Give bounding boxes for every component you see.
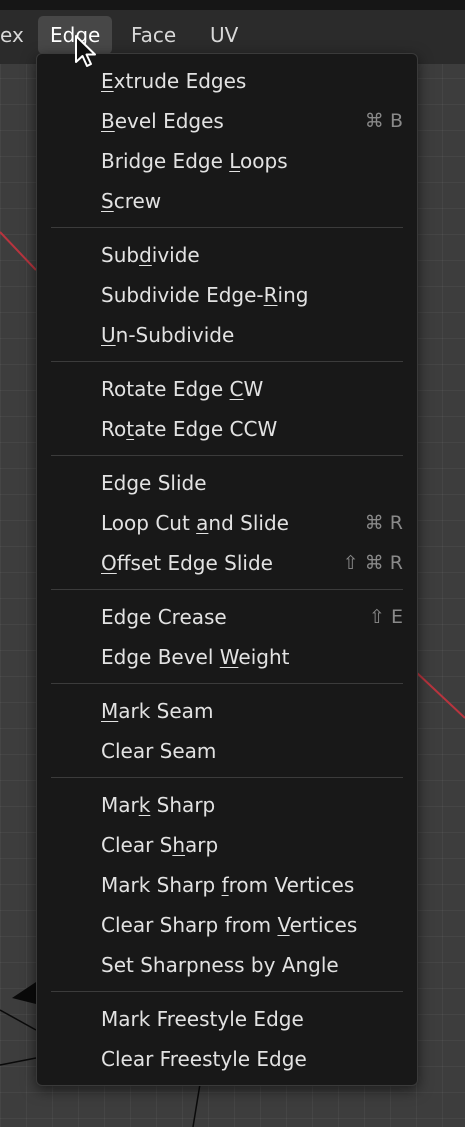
menu-item-label: Mark Freestyle Edge: [101, 1007, 304, 1031]
x-axis-line-right: [415, 671, 465, 719]
menu-item-label: Rotate Edge CCW: [101, 417, 278, 441]
menu-tab-vertex[interactable]: ex: [0, 16, 36, 54]
menu-item-label: Bevel Edges: [101, 109, 224, 133]
edge-dropdown-menu: Extrude Edges Bevel Edges ⌘ B Bridge Edge L…: [36, 53, 418, 1086]
menu-item-edge-crease[interactable]: Edge Crease ⇧ E: [37, 597, 417, 637]
menu-item-screw[interactable]: Screw: [37, 181, 417, 221]
menu-item-label: Mark Sharp from Vertices: [101, 873, 355, 897]
menu-item-label: Mark Sharp: [101, 793, 216, 817]
menu-item-subdivide[interactable]: Subdivide: [37, 235, 417, 275]
menu-item-label: Extrude Edges: [101, 69, 247, 93]
menu-item-label: Loop Cut and Slide: [101, 511, 289, 535]
menu-item-subdivide-edge-ring[interactable]: Subdivide Edge-Ring: [37, 275, 417, 315]
menu-item-un-subdivide[interactable]: Un-Subdivide: [37, 315, 417, 355]
menu-item-label: Clear Sharp from Vertices: [101, 913, 358, 937]
menu-item-label: Edge Bevel Weight: [101, 645, 290, 669]
menu-item-edge-bevel-weight[interactable]: Edge Bevel Weight: [37, 637, 417, 677]
menu-separator: [51, 227, 403, 228]
menu-item-label: Un-Subdivide: [101, 323, 235, 347]
menu-tab-uv[interactable]: UV: [198, 16, 250, 54]
menu-item-label: Rotate Edge CW: [101, 377, 264, 401]
menu-item-shortcut: ⇧ ⌘ R: [342, 552, 403, 574]
mesh-edge-3: [192, 1083, 201, 1127]
menu-item-label: Bridge Edge Loops: [101, 149, 288, 173]
menu-item-label: Offset Edge Slide: [101, 551, 273, 575]
menu-item-set-sharpness-by-angle[interactable]: Set Sharpness by Angle: [37, 945, 417, 985]
menu-item-shortcut: ⌘ R: [364, 512, 403, 534]
menu-item-label: Mark Seam: [101, 699, 214, 723]
menu-tab-face[interactable]: Face: [119, 16, 188, 54]
menu-item-label: Edge Slide: [101, 471, 207, 495]
menu-item-mark-sharp-from-vertices[interactable]: Mark Sharp from Vertices: [37, 865, 417, 905]
menu-item-label: Set Sharpness by Angle: [101, 953, 339, 977]
menu-item-clear-sharp-from-vertices[interactable]: Clear Sharp from Vertices: [37, 905, 417, 945]
menu-separator: [51, 683, 403, 684]
menu-separator: [51, 589, 403, 590]
menu-item-mark-sharp[interactable]: Mark Sharp: [37, 785, 417, 825]
mesh-edge-2: [0, 1057, 37, 1066]
menu-item-label: Clear Freestyle Edge: [101, 1047, 307, 1071]
menu-item-clear-freestyle-edge[interactable]: Clear Freestyle Edge: [37, 1039, 417, 1079]
menu-item-label: Clear Sharp: [101, 833, 219, 857]
menu-item-label: Screw: [101, 189, 162, 213]
menu-item-offset-edge-slide[interactable]: Offset Edge Slide ⇧ ⌘ R: [37, 543, 417, 583]
menu-item-mark-freestyle-edge[interactable]: Mark Freestyle Edge: [37, 999, 417, 1039]
menu-item-label: Clear Seam: [101, 739, 217, 763]
mesh-edge-1: [0, 1009, 37, 1031]
menu-item-edge-slide[interactable]: Edge Slide: [37, 463, 417, 503]
menu-item-loop-cut-and-slide[interactable]: Loop Cut and Slide ⌘ R: [37, 503, 417, 543]
x-axis-line-left: [0, 231, 37, 271]
menu-separator: [51, 991, 403, 992]
menu-separator: [51, 361, 403, 362]
menu-item-mark-seam[interactable]: Mark Seam: [37, 691, 417, 731]
menu-separator: [51, 777, 403, 778]
menu-item-label: Subdivide: [101, 243, 200, 267]
menu-item-rotate-edge-cw[interactable]: Rotate Edge CW: [37, 369, 417, 409]
menu-item-clear-sharp[interactable]: Clear Sharp: [37, 825, 417, 865]
mesh-vertex-marker: [12, 982, 36, 1004]
menu-item-shortcut: ⇧ E: [369, 606, 403, 628]
menu-item-bridge-edge-loops[interactable]: Bridge Edge Loops: [37, 141, 417, 181]
menu-separator: [51, 455, 403, 456]
mouse-pointer-icon: [75, 35, 96, 67]
menu-item-clear-seam[interactable]: Clear Seam: [37, 731, 417, 771]
menu-item-bevel-edges[interactable]: Bevel Edges ⌘ B: [37, 101, 417, 141]
menu-item-label: Subdivide Edge-Ring: [101, 283, 309, 307]
menu-item-shortcut: ⌘ B: [364, 110, 403, 132]
menu-item-rotate-edge-ccw[interactable]: Rotate Edge CCW: [37, 409, 417, 449]
window-top-strip: [0, 0, 465, 10]
menu-item-label: Edge Crease: [101, 605, 227, 629]
